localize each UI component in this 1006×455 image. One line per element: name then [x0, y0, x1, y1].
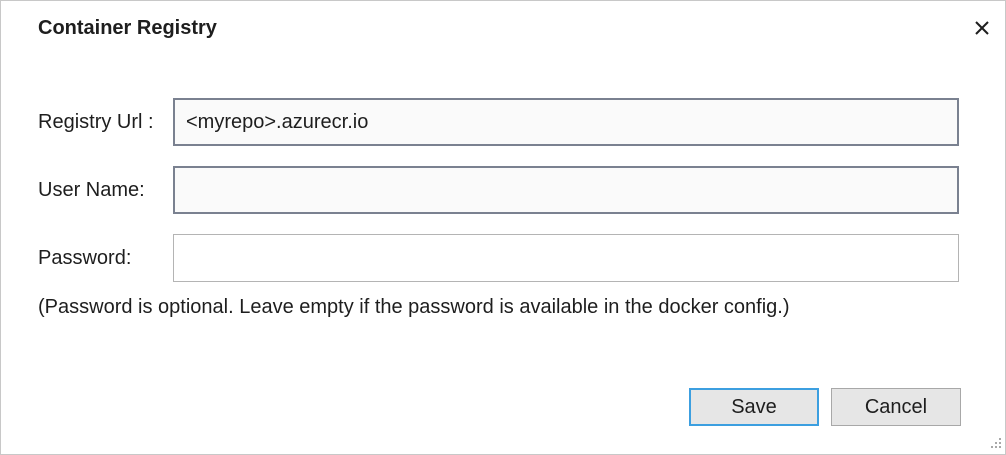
password-input[interactable] [173, 234, 959, 282]
save-button[interactable]: Save [689, 388, 819, 426]
password-label: Password: [38, 247, 132, 269]
close-button[interactable] [967, 13, 997, 43]
user-name-input[interactable] [173, 166, 959, 214]
close-icon [975, 21, 989, 35]
registry-url-input[interactable] [173, 98, 959, 146]
resize-grip-icon[interactable] [988, 437, 1002, 451]
container-registry-dialog: Container Registry Registry Url : User N… [0, 0, 1006, 455]
password-note: (Password is optional. Leave empty if th… [38, 296, 790, 318]
user-name-label: User Name: [38, 179, 145, 201]
dialog-title: Container Registry [38, 17, 217, 39]
registry-url-label: Registry Url : [38, 111, 154, 133]
cancel-button[interactable]: Cancel [831, 388, 961, 426]
